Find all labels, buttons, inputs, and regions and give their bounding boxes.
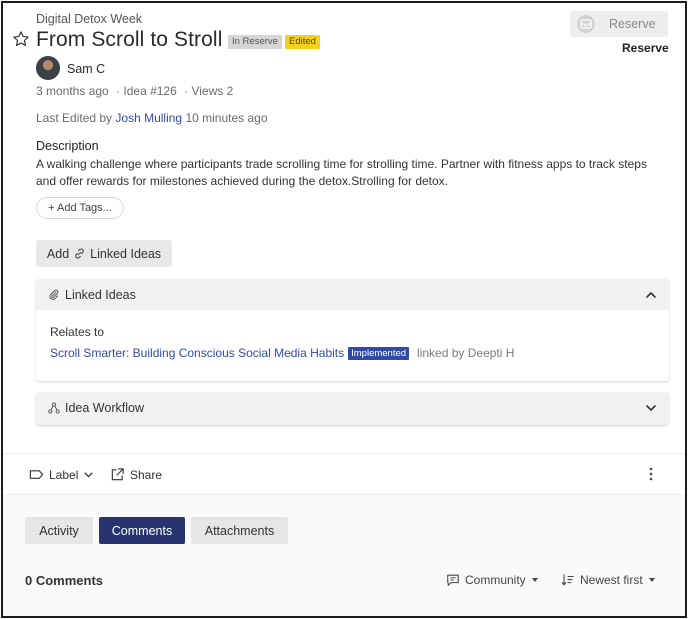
idea-title: From Scroll to Stroll (36, 28, 223, 51)
reserve-button-label: Reserve (609, 17, 656, 31)
idea-workflow-panel: Idea Workflow (36, 392, 669, 425)
idea-category[interactable]: Digital Detox Week (36, 12, 142, 26)
sort-dropdown[interactable]: Newest first (561, 573, 655, 587)
description-text: A walking challenge where participants t… (36, 157, 647, 188)
add-linked-prefix: Add (46, 246, 70, 261)
label-button-text: Label (49, 467, 79, 482)
linked-idea-row: Scroll Smarter: Building Conscious Socia… (50, 346, 514, 360)
caret-down-icon (648, 578, 655, 582)
more-options-icon[interactable] (645, 466, 657, 482)
description-heading: Description (36, 139, 99, 153)
workflow-icon (48, 402, 60, 414)
idea-number: · Idea #126 (116, 84, 177, 98)
last-edited-time: 10 minutes ago (185, 111, 268, 125)
idea-header-section: Digital Detox Week From Scroll to Stroll… (3, 3, 685, 453)
linked-ideas-panel: Linked Ideas Relates to Scroll Smarter: … (36, 279, 669, 381)
chevron-down-icon (84, 472, 93, 478)
avatar[interactable] (36, 56, 60, 80)
share-icon (111, 468, 124, 481)
chevron-up-icon[interactable] (645, 289, 657, 301)
idea-meta: 3 months ago · Idea #126 · Views 2 (36, 84, 237, 98)
idea-workflow-title: Idea Workflow (65, 401, 144, 415)
inbox-icon (577, 15, 595, 33)
link-icon (75, 248, 84, 259)
share-button[interactable]: Share (110, 467, 162, 482)
tag-icon (29, 470, 44, 479)
comment-icon (447, 574, 459, 586)
linked-by-text: linked by Deepti H (417, 346, 515, 360)
share-button-text: Share (130, 467, 163, 482)
tab-comments[interactable]: Comments (99, 517, 185, 544)
posted-time: 3 months ago (36, 84, 109, 98)
tab-activity[interactable]: Activity (25, 517, 93, 544)
action-bar: Label Share (3, 453, 685, 495)
add-linked-ideas-button[interactable]: Add Linked Ideas (36, 240, 172, 267)
last-edited-user-link[interactable]: Josh Mulling (115, 111, 182, 125)
last-edited-line: Last Edited by Josh Mulling 10 minutes a… (36, 111, 268, 125)
comments-count: 0 Comments (25, 573, 104, 588)
idea-detail-window: Digital Detox Week From Scroll to Stroll… (1, 1, 687, 618)
tab-attachments[interactable]: Attachments (191, 517, 288, 544)
add-linked-suffix: Linked Ideas (90, 246, 162, 261)
status-badge-reserve: In Reserve (228, 35, 282, 49)
paperclip-icon (49, 289, 59, 300)
sort-icon (561, 574, 574, 586)
chevron-down-icon[interactable] (645, 402, 657, 414)
community-filter-label: Community (465, 573, 526, 587)
label-button[interactable]: Label (29, 467, 94, 482)
add-tags-button[interactable]: + Add Tags... (36, 197, 124, 219)
relates-to-label: Relates to (50, 325, 105, 339)
linked-ideas-title: Linked Ideas (65, 288, 136, 302)
reserve-caption: Reserve (622, 41, 669, 55)
linked-idea-link[interactable]: Scroll Smarter: Building Conscious Socia… (50, 346, 344, 360)
view-count: · Views 2 (184, 84, 234, 98)
star-icon[interactable] (12, 30, 30, 48)
idea-workflow-header[interactable]: Idea Workflow (36, 392, 669, 425)
last-edited-prefix: Last Edited by (36, 111, 113, 125)
implemented-badge: Implemented (348, 347, 410, 360)
linked-ideas-header[interactable]: Linked Ideas (36, 279, 669, 310)
caret-down-icon (531, 578, 538, 582)
status-badge-edited: Edited (285, 35, 320, 49)
community-filter[interactable]: Community (446, 573, 538, 587)
sort-label: Newest first (580, 573, 643, 587)
author-name[interactable]: Sam C (67, 62, 105, 76)
reserve-button[interactable]: Reserve (570, 11, 668, 37)
